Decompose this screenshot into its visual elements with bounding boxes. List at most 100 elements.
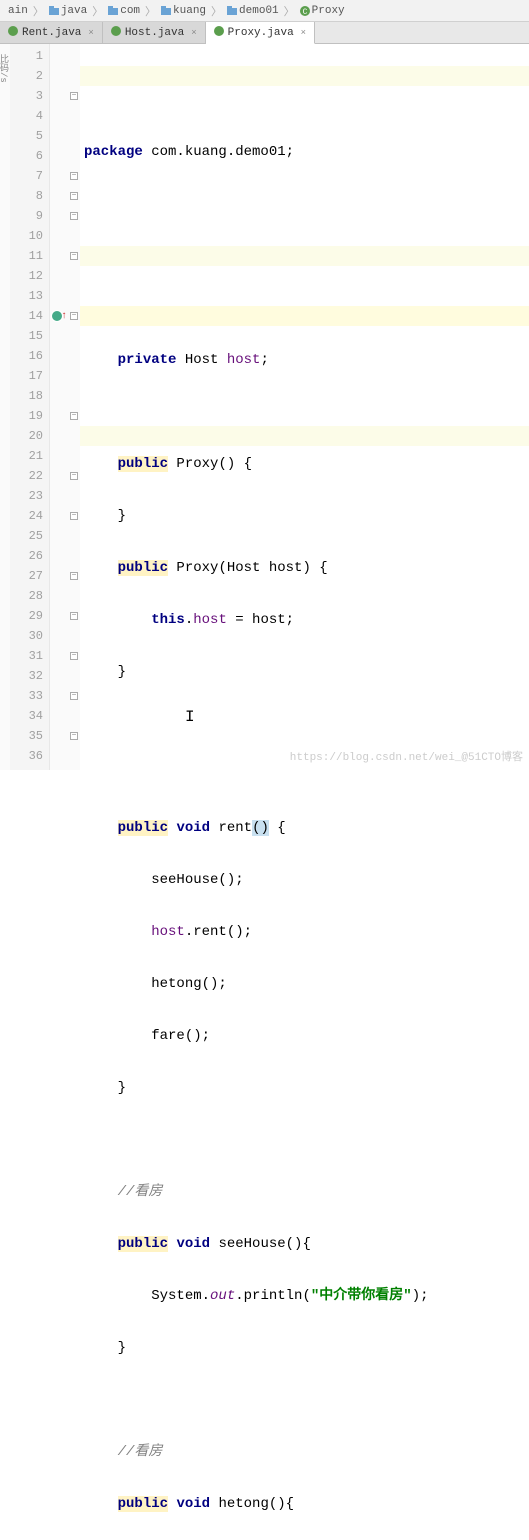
breadcrumb-label: Proxy (312, 5, 345, 17)
fold-row: − (68, 566, 80, 586)
breadcrumb-demo01[interactable]: demo01 (223, 5, 283, 17)
tab-label: Rent.java (22, 27, 81, 39)
code-line (84, 1390, 529, 1410)
code-line: public void seeHouse(){ (84, 1234, 529, 1254)
current-line-highlight (80, 306, 529, 326)
line-number: 15 (10, 326, 43, 346)
folder-icon (161, 6, 171, 16)
fold-row: − (68, 606, 80, 626)
breadcrumb-label: kuang (173, 5, 206, 17)
fold-gutter: − − − − − − − − − − − − − − (68, 44, 80, 770)
fold-toggle-icon[interactable]: − (70, 192, 78, 200)
close-icon[interactable]: × (191, 28, 196, 38)
fold-toggle-icon[interactable]: − (70, 252, 78, 260)
fold-row (68, 46, 80, 66)
breadcrumb-java[interactable]: java (45, 5, 91, 17)
fold-toggle-icon[interactable]: − (70, 472, 78, 480)
breadcrumb-sep: 〉 (33, 3, 44, 19)
fold-row (68, 226, 80, 246)
fold-toggle-icon[interactable]: − (70, 732, 78, 740)
gutter-marker-row (50, 626, 68, 646)
line-highlight (80, 426, 529, 446)
line-number: 9 (10, 206, 43, 226)
code-line: } (84, 1338, 529, 1358)
code-line: this.host = host; (84, 610, 529, 630)
gutter-marker-row (50, 686, 68, 706)
fold-toggle-icon[interactable]: − (70, 612, 78, 620)
code-line: //看房 (84, 1442, 529, 1462)
line-highlight (80, 246, 529, 266)
fold-row: − (68, 466, 80, 486)
close-icon[interactable]: × (88, 28, 93, 38)
class-icon (8, 26, 18, 40)
line-number: 28 (10, 586, 43, 606)
fold-toggle-icon[interactable]: − (70, 412, 78, 420)
gutter-marker-row (50, 226, 68, 246)
gutter-marker-row (50, 706, 68, 726)
fold-row: − (68, 306, 80, 326)
fold-row (68, 706, 80, 726)
fold-toggle-icon[interactable]: − (70, 312, 78, 320)
code-line: } (84, 662, 529, 682)
code-line (84, 402, 529, 422)
tab-proxy[interactable]: Proxy.java × (206, 22, 315, 44)
fold-toggle-icon[interactable]: − (70, 692, 78, 700)
fold-row: − (68, 86, 80, 106)
fold-row (68, 66, 80, 86)
gutter-marker-row (50, 386, 68, 406)
fold-row (68, 366, 80, 386)
fold-row (68, 386, 80, 406)
gutter-marker-row (50, 426, 68, 446)
gutter-marker-row (50, 286, 68, 306)
fold-toggle-icon[interactable]: − (70, 92, 78, 100)
tab-label: Proxy.java (228, 27, 294, 39)
line-number: 12 (10, 266, 43, 286)
fold-toggle-icon[interactable]: − (70, 212, 78, 220)
breadcrumb-label: com (120, 5, 140, 17)
status-text: 比码/s (0, 54, 10, 83)
gutter-marker-row (50, 86, 68, 106)
gutter-marker-row (50, 586, 68, 606)
code-line: System.out.println("中介带你看房"); (84, 1286, 529, 1306)
line-number: 29 (10, 606, 43, 626)
gutter-marker-row (50, 266, 68, 286)
tab-rent[interactable]: Rent.java × (0, 22, 103, 43)
code-line: public void hetong(){ (84, 1494, 529, 1514)
editor-area: 比码/s 12345678910111213141516171819202122… (0, 44, 529, 770)
breadcrumb-sep: 〉 (145, 3, 156, 19)
line-number: 7 (10, 166, 43, 186)
line-highlight (80, 66, 529, 86)
arrow-up-icon: ↑ (61, 311, 67, 322)
gutter-marker-row (50, 186, 68, 206)
gutter-marker-row (50, 46, 68, 66)
line-number: 27 (10, 566, 43, 586)
line-number: 21 (10, 446, 43, 466)
code-content[interactable]: package com.kuang.demo01; public class P… (80, 44, 529, 770)
fold-toggle-icon[interactable]: − (70, 652, 78, 660)
code-line (84, 766, 529, 786)
fold-toggle-icon[interactable]: − (70, 172, 78, 180)
gutter-marker-row (50, 66, 68, 86)
fold-row (68, 346, 80, 366)
fold-toggle-icon[interactable]: − (70, 512, 78, 520)
line-number-gutter: 1234567891011121314151617181920212223242… (10, 44, 50, 770)
breadcrumb-proxy[interactable]: C Proxy (296, 5, 349, 17)
breadcrumb-kuang[interactable]: kuang (157, 5, 210, 17)
breadcrumb-label: demo01 (239, 5, 279, 17)
gutter-marker-row (50, 506, 68, 526)
fold-row (68, 626, 80, 646)
fold-toggle-icon[interactable]: − (70, 572, 78, 580)
class-icon (214, 26, 224, 40)
code-line: seeHouse(); (84, 870, 529, 890)
fold-row (68, 666, 80, 686)
breadcrumb-com[interactable]: com (104, 5, 144, 17)
gutter-marker-row (50, 526, 68, 546)
line-number: 33 (10, 686, 43, 706)
left-status-column: 比码/s (0, 44, 10, 770)
breadcrumb-sep: 〉 (92, 3, 103, 19)
line-number: 36 (10, 746, 43, 766)
fold-row: − (68, 186, 80, 206)
close-icon[interactable]: × (301, 28, 306, 38)
breadcrumb-sep: 〉 (284, 3, 295, 19)
tab-host[interactable]: Host.java × (103, 22, 206, 43)
